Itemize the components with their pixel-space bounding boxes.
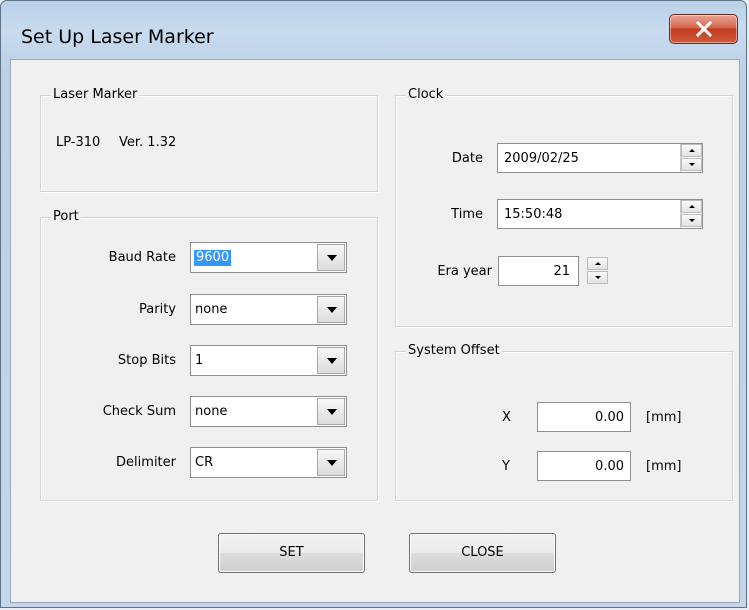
window-title: Set Up Laser Marker [21,26,214,48]
era-year-value: 21 [553,264,570,279]
version-text: Ver. 1.32 [119,135,177,150]
close-button[interactable]: CLOSE [409,533,556,573]
chevron-down-icon[interactable] [317,296,345,323]
laser-marker-group: Laser Marker LP-310 Ver. 1.32 [40,87,378,192]
stop-bits-select[interactable]: 1 [190,345,347,376]
parity-select[interactable]: none [190,294,347,325]
offset-y-value: 0.00 [595,459,624,474]
era-year-input[interactable]: 21 [498,256,579,286]
time-picker[interactable]: 15:50:48 [497,199,703,229]
baud-rate-label: Baud Rate [108,250,176,265]
chevron-down-icon[interactable] [317,347,345,374]
time-spin-up[interactable] [681,200,702,213]
system-offset-legend: System Offset [406,343,502,359]
system-offset-group: System Offset X 0.00 [mm] Y 0.00 [mm] [395,343,733,501]
spin-up-down-icon[interactable] [680,200,702,228]
port-legend: Port [51,209,81,225]
chevron-down-icon[interactable] [317,244,345,271]
laser-marker-legend: Laser Marker [51,87,140,103]
dialog-body: Laser Marker LP-310 Ver. 1.32 Port Baud … [10,59,740,603]
era-year-spin-down[interactable] [587,271,608,284]
stop-bits-value: 1 [195,353,204,368]
date-value: 2009/02/25 [504,151,579,166]
date-spin-down[interactable] [681,158,702,171]
stop-bits-label: Stop Bits [117,353,176,368]
check-sum-value: none [195,404,228,419]
offset-y-input[interactable]: 0.00 [537,451,631,481]
chevron-down-icon[interactable] [317,398,345,425]
set-button[interactable]: SET [218,533,365,573]
time-value: 15:50:48 [504,207,563,222]
delimiter-value: CR [195,455,214,470]
delimiter-select[interactable]: CR [190,447,347,478]
offset-x-input[interactable]: 0.00 [537,402,631,432]
window-close-button[interactable] [669,14,738,44]
offset-y-unit: [mm] [646,459,682,474]
date-label: Date [451,151,483,166]
offset-x-value: 0.00 [595,410,624,425]
time-spin-down[interactable] [681,214,702,227]
baud-rate-select[interactable]: 9600 [190,242,347,273]
model-text: LP-310 [56,135,101,150]
time-label: Time [451,207,483,222]
date-picker[interactable]: 2009/02/25 [497,143,703,173]
check-sum-label: Check Sum [102,404,176,419]
parity-value: none [195,302,228,317]
date-spin-up[interactable] [681,144,702,157]
check-sum-select[interactable]: none [190,396,347,427]
dialog-window: Set Up Laser Marker Laser Marker LP-310 … [0,0,747,608]
offset-x-label: X [502,410,511,425]
baud-rate-value: 9600 [194,250,232,266]
offset-x-unit: [mm] [646,410,682,425]
parity-label: Parity [139,302,176,317]
delimiter-label: Delimiter [116,455,176,470]
spin-up-down-icon[interactable] [680,144,702,172]
clock-legend: Clock [406,87,446,103]
port-group: Port Baud Rate 9600 Parity none Stop Bit… [40,209,378,501]
chevron-down-icon[interactable] [317,449,345,476]
offset-y-label: Y [502,459,510,474]
clock-group: Clock Date 2009/02/25 Time 15:50:48 Era … [395,87,733,327]
spin-up-down-icon[interactable] [587,257,609,285]
close-icon [695,21,713,37]
title-bar[interactable]: Set Up Laser Marker [1,1,746,59]
era-year-label: Era year [437,264,492,279]
era-year-spin-up[interactable] [587,257,608,270]
